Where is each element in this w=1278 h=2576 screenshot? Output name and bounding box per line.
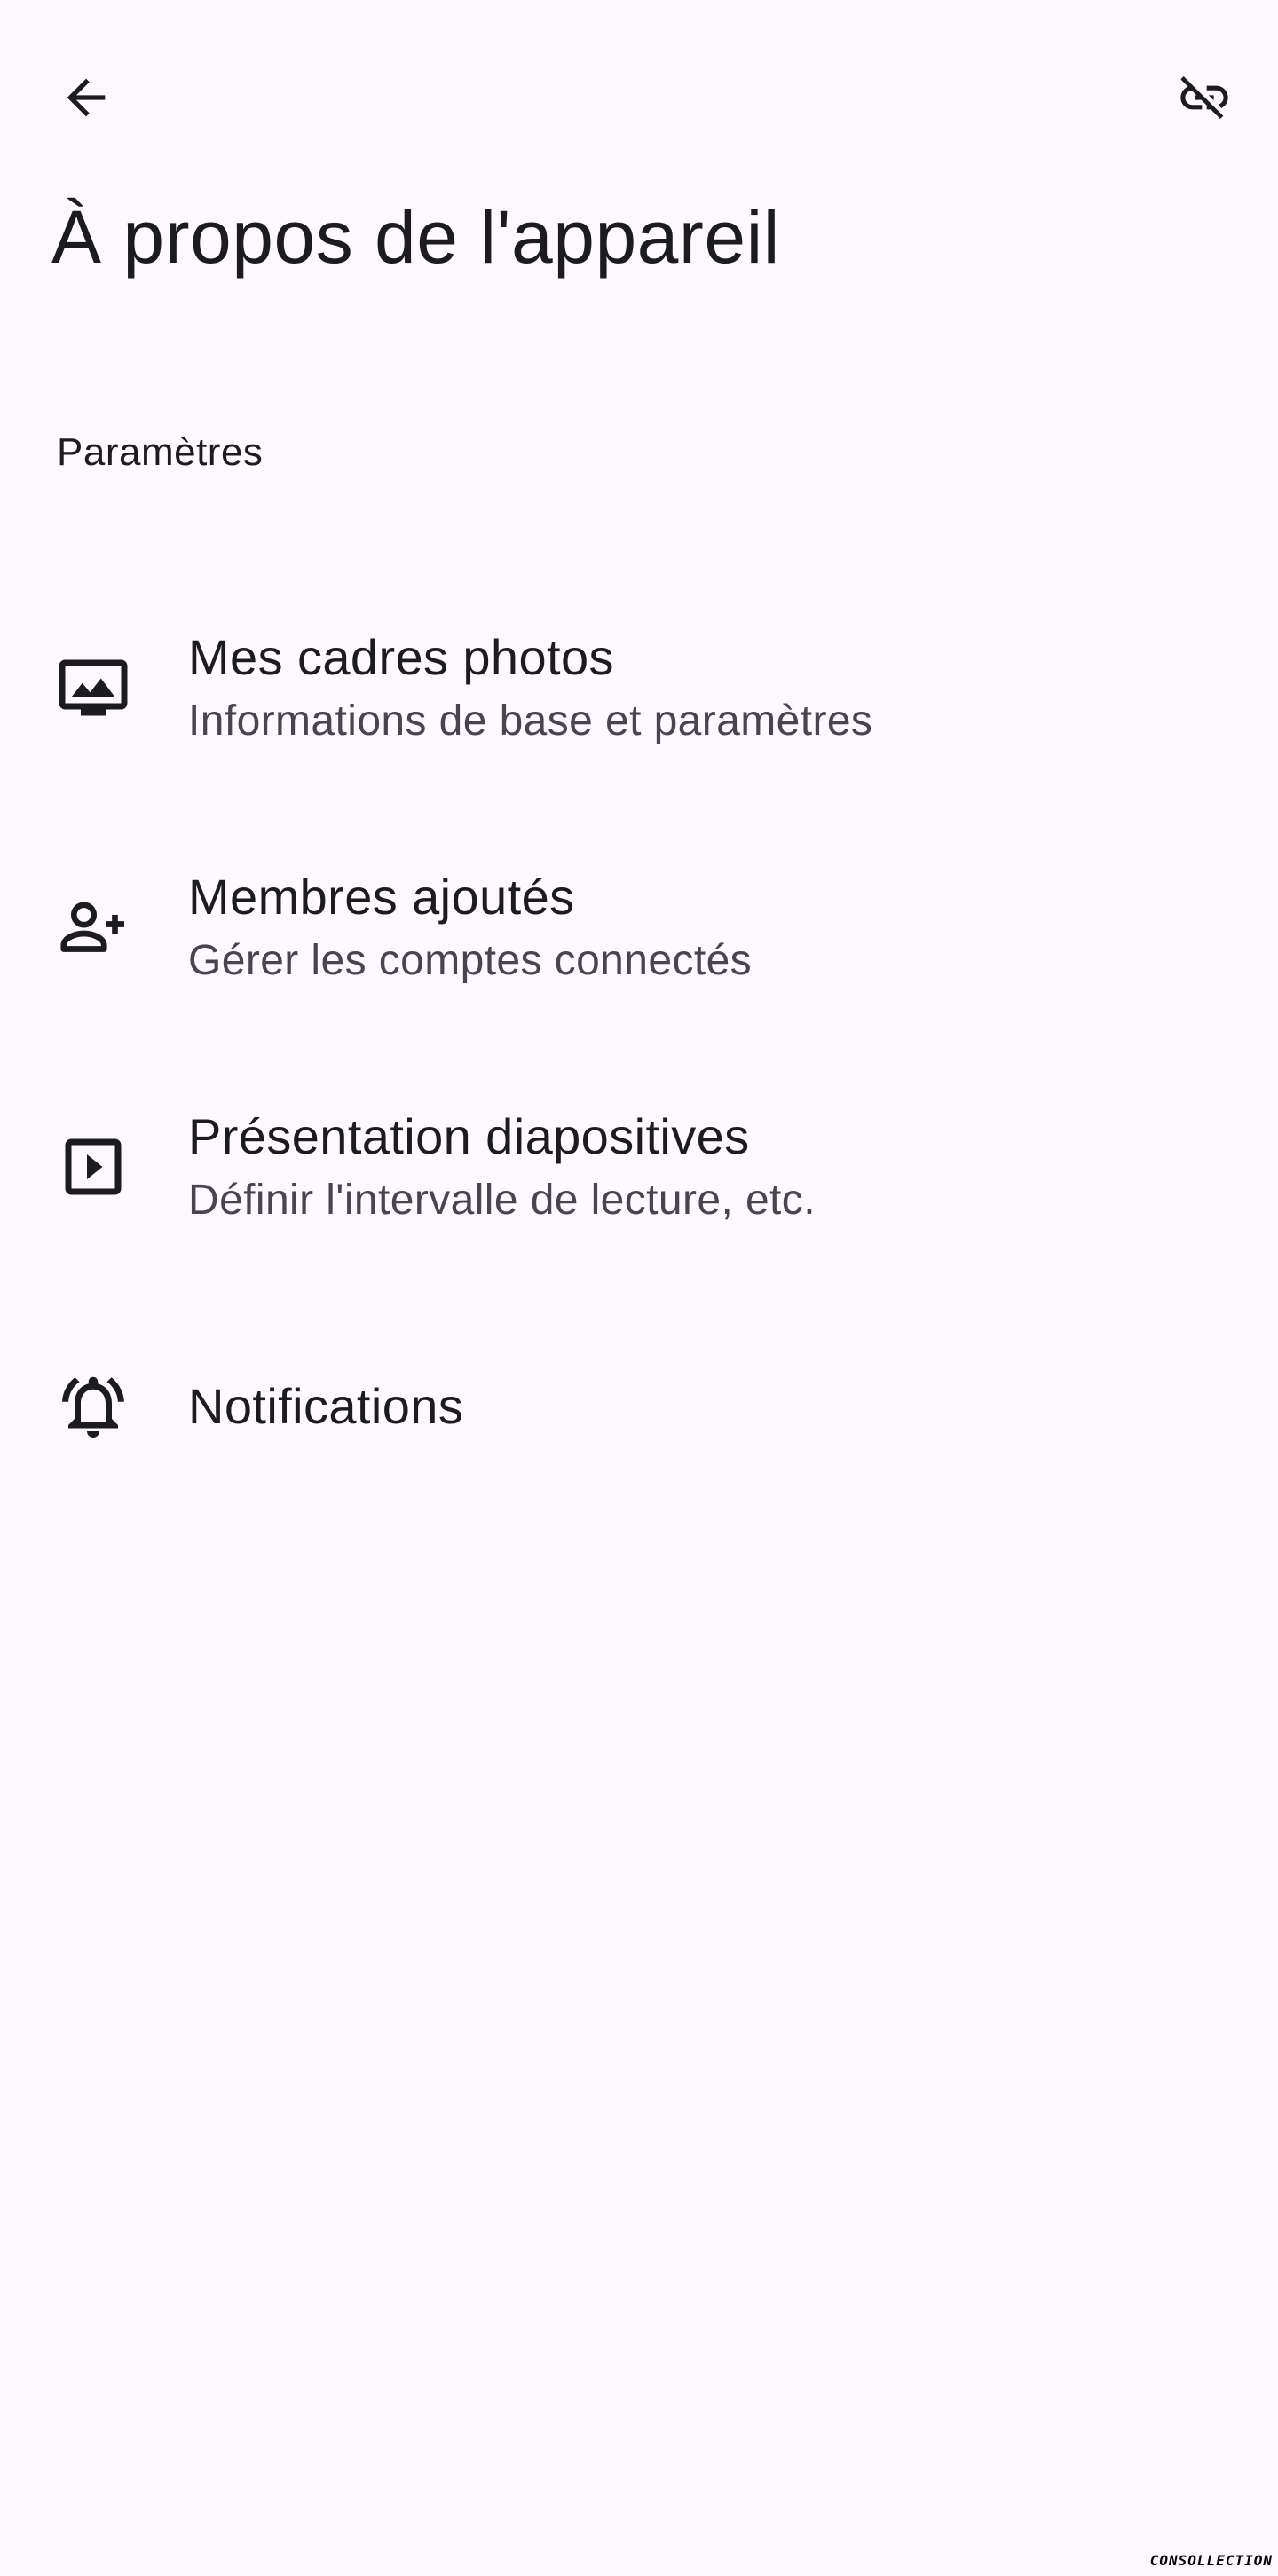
unlink-button[interactable] <box>1156 49 1253 146</box>
list-item-title: Notifications <box>188 1378 464 1434</box>
list-item-text: Mes cadres photos Informations de base e… <box>188 624 872 752</box>
list-item-photo-frames[interactable]: Mes cadres photos Informations de base e… <box>0 568 1278 807</box>
link-off-icon <box>1180 76 1228 119</box>
arrow-back-icon <box>67 78 106 117</box>
list-item-notifications[interactable]: Notifications <box>0 1287 1278 1526</box>
list-item-title: Présentation diapositives <box>188 1108 750 1164</box>
top-app-bar <box>0 0 1278 195</box>
list-item-subtitle: Gérer les comptes connectés <box>188 937 753 984</box>
list-item-text: Membres ajoutés Gérer les comptes connec… <box>188 863 752 991</box>
photo-frame-icon <box>53 648 133 728</box>
list-item-slideshow[interactable]: Présentation diapositives Définir l'inte… <box>0 1047 1278 1287</box>
person-add-icon <box>53 887 133 967</box>
watermark: CONSOLLECTION <box>1149 2552 1273 2569</box>
notification-bell-icon <box>53 1367 133 1446</box>
page-title: À propos de l'appareil <box>51 195 780 279</box>
section-header: Paramètres <box>57 430 264 474</box>
slideshow-icon <box>53 1127 133 1207</box>
list-item-subtitle: Informations de base et paramètres <box>188 697 873 744</box>
list-item-text: Présentation diapositives Définir l'inte… <box>188 1103 816 1231</box>
list-item-title: Mes cadres photos <box>188 629 614 685</box>
list-item-added-members[interactable]: Membres ajoutés Gérer les comptes connec… <box>0 807 1278 1047</box>
list-item-subtitle: Définir l'intervalle de lecture, etc. <box>188 1177 816 1224</box>
list-item-text: Notifications <box>188 1373 463 1440</box>
settings-list: Mes cadres photos Informations de base e… <box>0 568 1278 1526</box>
list-item-title: Membres ajoutés <box>188 869 575 925</box>
back-button[interactable] <box>37 49 135 146</box>
